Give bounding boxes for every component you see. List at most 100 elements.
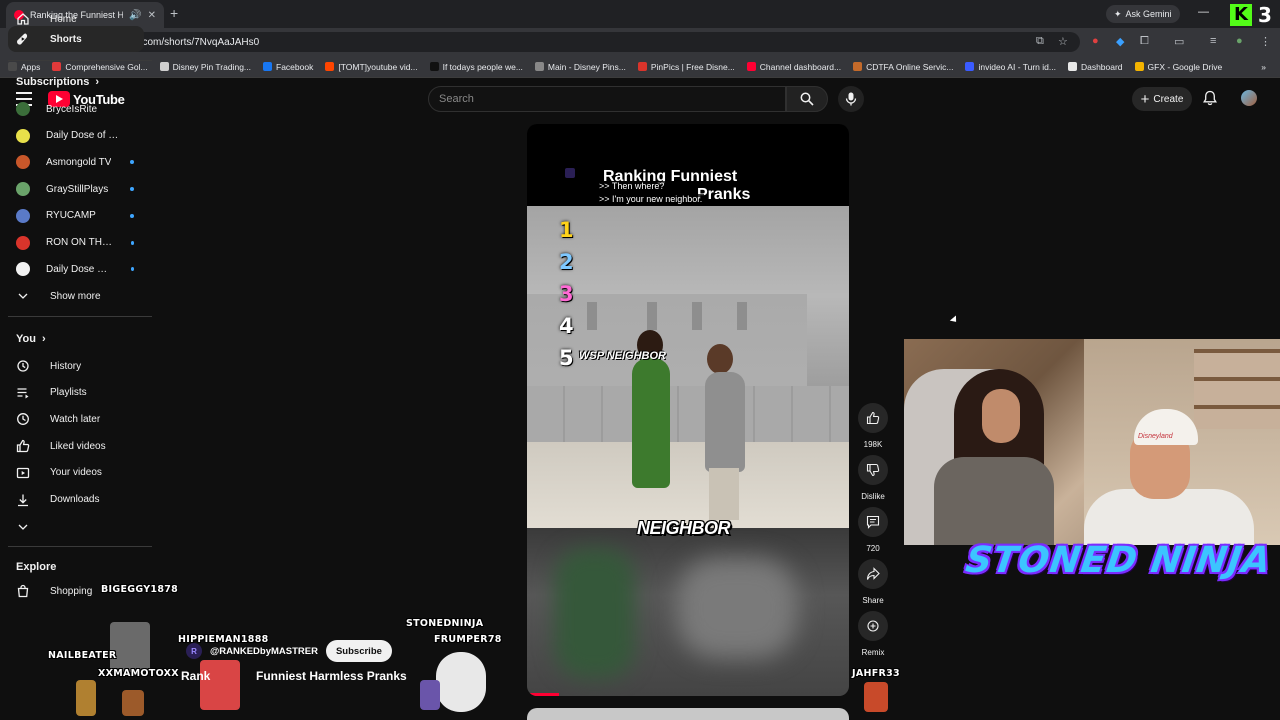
overlay-badge-number: 3	[1258, 3, 1272, 27]
sidebar-item-label: History	[50, 360, 82, 372]
dislike-button[interactable]	[858, 455, 888, 485]
browser-menu-icon[interactable]: ⋮	[1260, 35, 1271, 48]
you-heading-label: You	[16, 333, 36, 345]
subscription-item[interactable]: BryceIsRite	[8, 96, 144, 122]
subscription-label: RON ON THE GO	[46, 237, 115, 248]
subscription-item[interactable]: RON ON THE GO	[8, 230, 144, 256]
like-count: 198K	[863, 440, 883, 449]
bookmark-item[interactable]: Disney Pin Trading...	[159, 62, 251, 72]
bookmark-item[interactable]: Facebook	[263, 62, 313, 72]
remix-action[interactable]: Remix	[858, 611, 888, 657]
channel-handle[interactable]: @RANKEDbyMASTRER	[210, 646, 318, 657]
install-app-icon[interactable]: ⧉	[1036, 35, 1044, 48]
short-title[interactable]: Funniest Harmless Pranks	[256, 669, 407, 683]
subscriptions-heading[interactable]: Subscriptions ›	[16, 76, 99, 88]
subscription-item[interactable]: Daily Dose Of Int...	[8, 256, 144, 282]
sidebar-item-label: Downloads	[50, 494, 100, 505]
extensions-puzzle-icon[interactable]: ⧠	[1140, 35, 1149, 48]
like-action[interactable]: 198K	[858, 403, 888, 449]
sidebar-item-shorts[interactable]: Shorts	[8, 26, 144, 52]
subscription-item[interactable]: Daily Dose of Pets	[8, 123, 144, 149]
new-tab-button[interactable]: +	[170, 5, 178, 21]
channel-avatar[interactable]: R	[186, 643, 202, 659]
search-box[interactable]	[428, 86, 786, 112]
bookmark-item[interactable]: Channel dashboard...	[746, 62, 841, 72]
voice-search-button[interactable]	[838, 86, 864, 112]
sidebar-item-playlists[interactable]: Playlists	[8, 380, 144, 406]
remix-button[interactable]	[858, 611, 888, 641]
profile-icon[interactable]: ●	[1236, 35, 1243, 47]
chatter-name: XXMAMOTOXX	[98, 668, 179, 679]
next-short-preview[interactable]	[527, 708, 849, 720]
chevron-down-icon	[16, 289, 30, 303]
new-content-dot	[130, 160, 134, 165]
sidebar-item-downloads[interactable]: Downloads	[8, 487, 144, 513]
video-progress-bar[interactable]	[527, 693, 560, 696]
sidebar-item-your-videos[interactable]: Your videos	[8, 460, 144, 486]
channel-avatar	[16, 128, 30, 143]
plus-icon: +	[1140, 90, 1150, 108]
subscription-item[interactable]: Asmongold TV	[8, 149, 144, 175]
new-content-dot	[130, 267, 134, 272]
blurred-figure	[677, 558, 797, 658]
bookmark-item[interactable]: Main - Disney Pins...	[534, 61, 626, 72]
caption-line-1: >> Then where?	[597, 181, 667, 191]
account-avatar[interactable]	[1241, 90, 1257, 106]
close-tab-icon[interactable]: ✕	[148, 10, 156, 21]
create-button[interactable]: + Create	[1132, 87, 1192, 111]
bookmark-item[interactable]: invideo AI - Turn id...	[965, 62, 1056, 72]
sidebar-item-watch-later[interactable]: Watch later	[8, 406, 144, 432]
bookmark-label: Main - Disney Pins...	[547, 61, 626, 72]
you-heading[interactable]: You ›	[16, 333, 46, 345]
minimize-icon[interactable]: —	[1198, 6, 1209, 18]
sidebar-item-history[interactable]: History	[8, 353, 144, 379]
bookmark-item[interactable]: CDTFA Online Servic...	[853, 62, 953, 72]
dislike-action[interactable]: Dislike	[858, 455, 888, 501]
bookmark-favicon-icon	[1134, 62, 1144, 71]
gemini-sparkle-icon: ✦	[1114, 8, 1122, 19]
like-button[interactable]	[858, 403, 888, 433]
chatter-name: HIPPIEMAN1888	[178, 634, 269, 645]
bookmark-item[interactable]: [TOMT]youtube vid...	[325, 62, 418, 72]
show-more-button[interactable]: Show more	[8, 283, 144, 309]
address-bar[interactable]: ⚙ youtube.com/shorts/7NvqAaJAHs0	[80, 32, 1080, 52]
bookmark-item[interactable]: Apps	[8, 62, 40, 72]
ask-gemini-button[interactable]: ✦ Ask Gemini	[1106, 5, 1180, 23]
bookmark-star-icon[interactable]: ☆	[1058, 35, 1068, 48]
subscribe-button[interactable]: Subscribe	[325, 640, 392, 662]
side-panel-icon[interactable]: ▭	[1174, 35, 1184, 48]
bookmark-item[interactable]: If todays people we...	[429, 62, 523, 72]
search-button[interactable]	[786, 86, 828, 112]
subscription-item[interactable]: GrayStillPlays	[8, 176, 144, 202]
search-input[interactable]	[439, 93, 785, 105]
collapse-chevron-icon[interactable]	[16, 520, 30, 534]
bookmark-item[interactable]: Comprehensive Gol...	[52, 62, 148, 72]
share-action[interactable]: Share	[858, 559, 888, 605]
sidebar-item-liked-videos[interactable]: Liked videos	[8, 433, 144, 459]
bookmark-item[interactable]: GFX - Google Drive	[1134, 62, 1222, 72]
bookmark-item[interactable]: PinPics | Free Disne...	[637, 62, 735, 72]
notifications-bell-icon[interactable]	[1202, 90, 1218, 106]
rank-number: 3	[559, 282, 574, 306]
bookmark-favicon-icon	[534, 62, 544, 71]
bookmark-favicon-icon	[8, 62, 17, 71]
short-title-prefix[interactable]: Rank	[181, 669, 210, 683]
share-button[interactable]	[858, 559, 888, 589]
download-icon	[16, 493, 30, 507]
channel-avatar	[16, 182, 30, 197]
webcam-title: STONED NINJA	[963, 540, 1275, 581]
more-bookmarks-icon[interactable]: »	[1261, 62, 1266, 72]
bookmark-item[interactable]: Dashboard	[1067, 62, 1123, 72]
extension-blue-icon[interactable]: ◆	[1116, 35, 1124, 48]
reading-list-icon[interactable]: ≡	[1210, 35, 1216, 47]
short-video-player[interactable]: Ranking Funniest Pranks >> Then where? >…	[527, 124, 849, 696]
history-icon	[16, 359, 30, 373]
comments-button[interactable]	[858, 507, 888, 537]
comments-action[interactable]: 720	[858, 507, 888, 553]
wall-window	[737, 302, 747, 330]
subscription-item[interactable]: RYUCAMP	[8, 203, 144, 229]
blurred-figure	[555, 548, 635, 678]
extension-red-icon[interactable]: ●	[1092, 35, 1099, 47]
rank-number: 1	[559, 218, 574, 242]
share-label: Share	[862, 596, 884, 605]
